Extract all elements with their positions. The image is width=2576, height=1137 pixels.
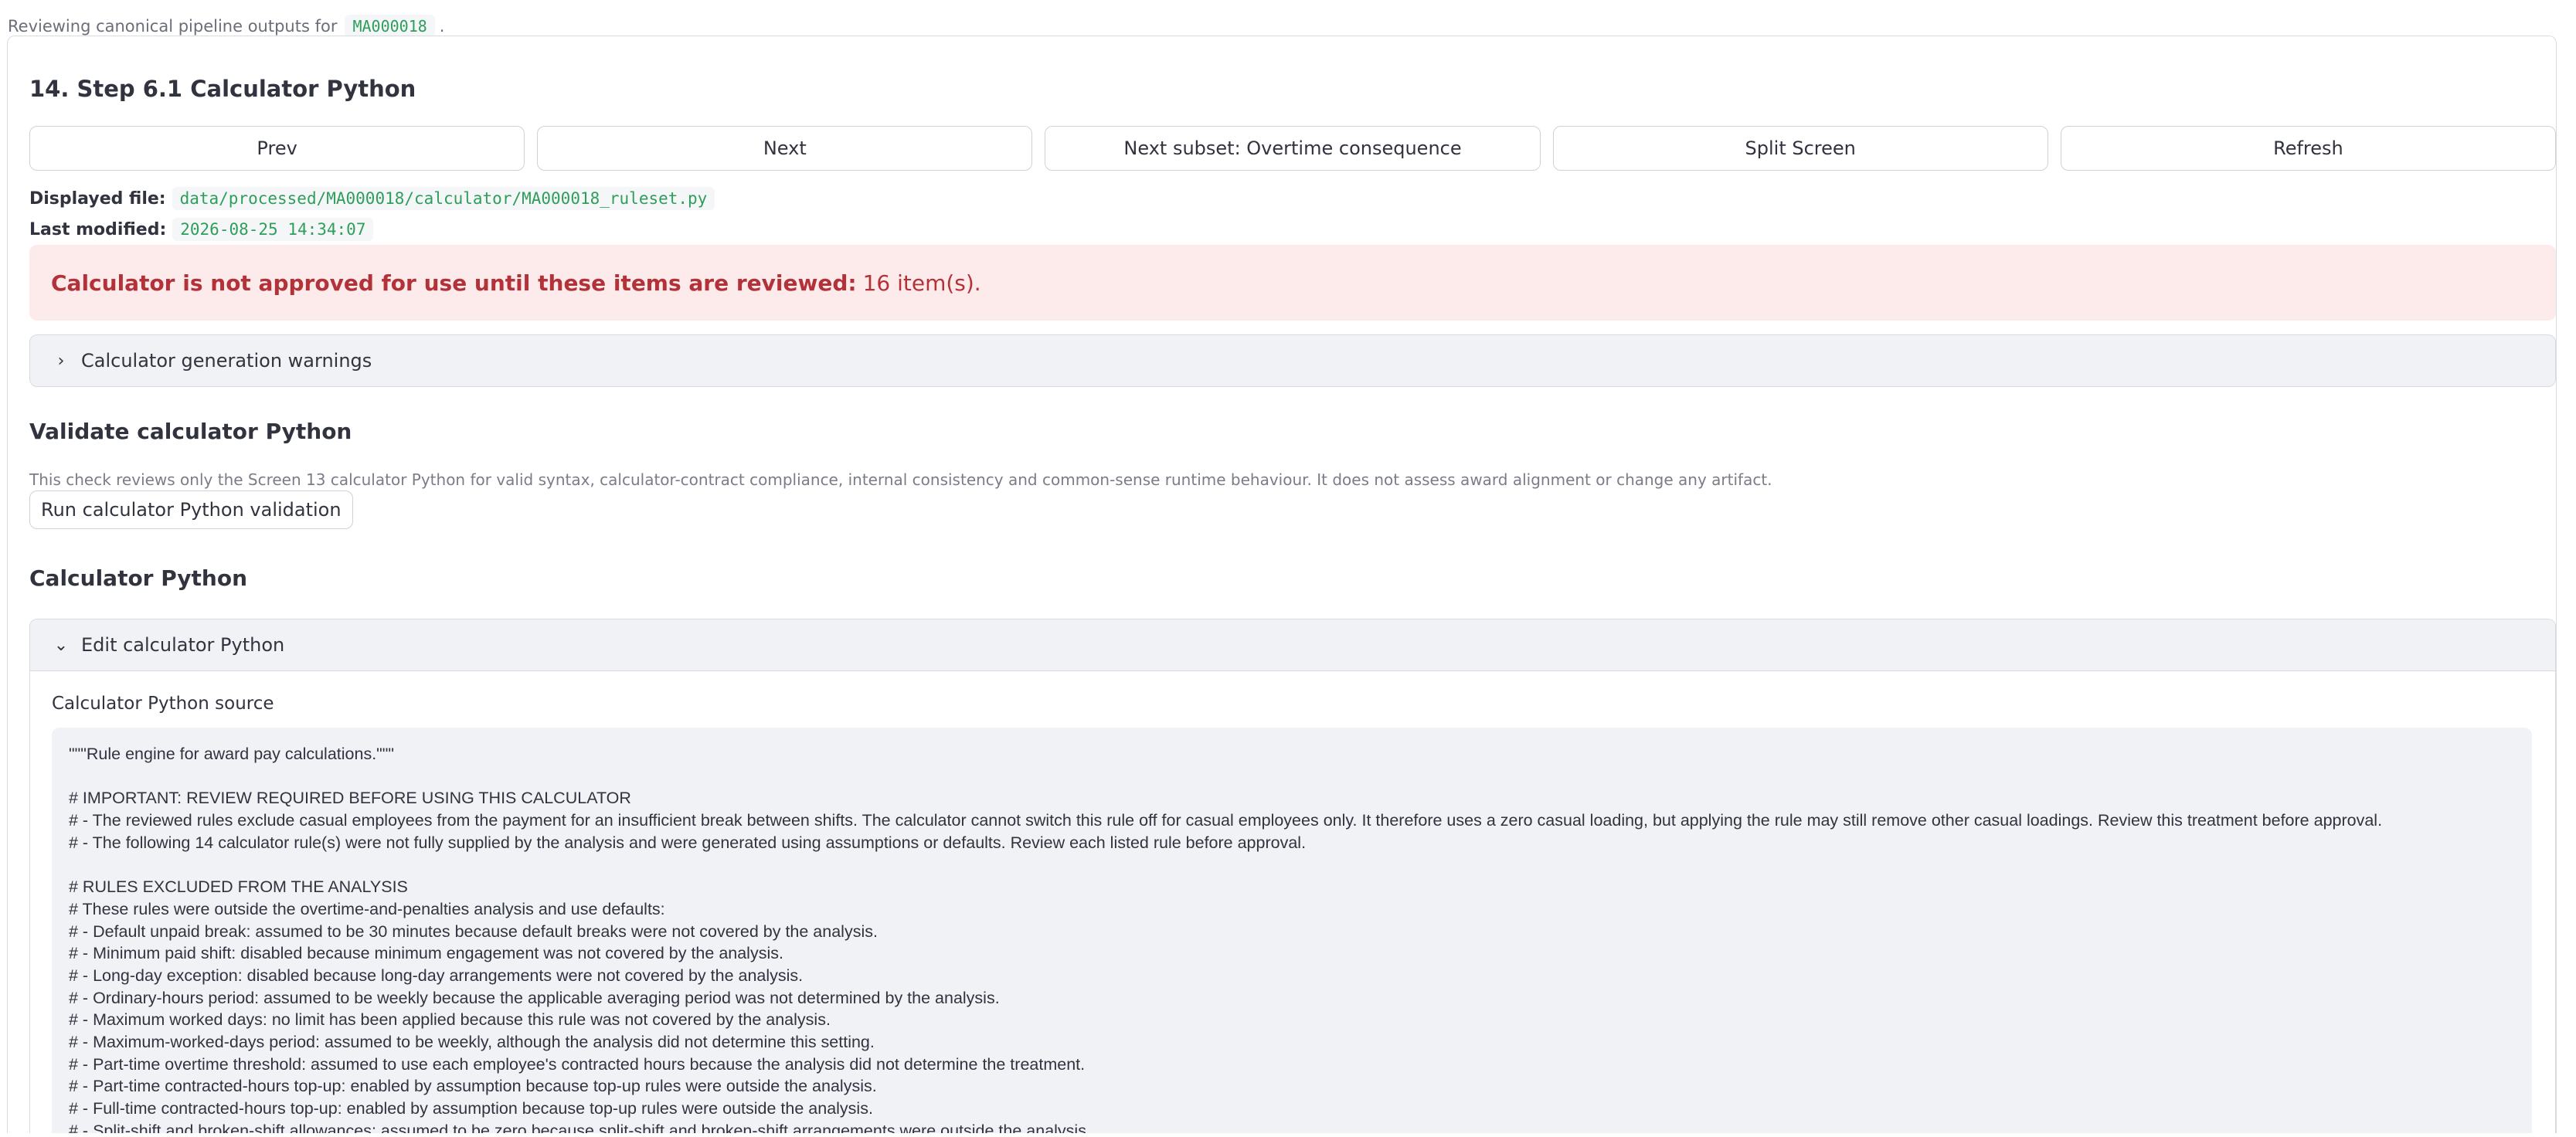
validate-caption: This check reviews only the Screen 13 ca… [29,470,1772,489]
generation-warnings-label: Calculator generation warnings [81,350,372,372]
code-line: # These rules were outside the overtime-… [69,899,665,918]
code-line: # - Part-time contracted-hours top-up: e… [69,1077,877,1096]
step-title: 14. Step 6.1 Calculator Python [29,76,416,102]
main-panel: 14. Step 6.1 Calculator Python Prev Next… [7,36,2557,1133]
code-line: """Rule engine for award pay calculation… [69,745,395,763]
calculator-source-label: Calculator Python source [52,694,274,714]
alert-message: Calculator is not approved for use until… [51,270,857,296]
refresh-button[interactable]: Refresh [2060,126,2556,171]
code-line: # - The following 14 calculator rule(s) … [69,833,1307,852]
alert-count: 16 item(s). [862,270,981,296]
code-line: # - Ordinary-hours period: assumed to be… [69,988,1000,1007]
generation-warnings-expander[interactable]: › Calculator generation warnings [29,334,2556,387]
displayed-file-label: Displayed file: [29,189,166,209]
code-line: # RULES EXCLUDED FROM THE ANALYSIS [69,877,408,897]
next-button[interactable]: Next [537,126,1033,171]
navigation-buttons: Prev Next Next subset: Overtime conseque… [29,126,2556,171]
code-line: # - Maximum-worked-days period: assumed … [69,1032,875,1051]
calculator-section-title: Calculator Python [29,565,248,591]
code-line: # - Full-time contracted-hours top-up: e… [69,1099,873,1118]
edit-calculator-header[interactable]: ⌄ Edit calculator Python [30,619,2555,671]
calculator-source-editor[interactable]: """Rule engine for award pay calculation… [52,728,2532,1133]
prev-button[interactable]: Prev [29,126,525,171]
code-line: # - Default unpaid break: assumed to be … [69,921,878,941]
code-line: # - The reviewed rules exclude casual em… [69,811,2383,830]
edit-calculator-label: Edit calculator Python [81,634,285,656]
review-context-text: Reviewing canonical pipeline outputs for [8,17,338,36]
last-modified-label: Last modified: [29,220,167,239]
chevron-down-icon: ⌄ [53,635,69,655]
edit-calculator-expander: ⌄ Edit calculator Python Calculator Pyth… [29,619,2556,1133]
split-screen-button[interactable]: Split Screen [1552,126,2048,171]
displayed-file-path: data/processed/MA000018/calculator/MA000… [172,187,715,210]
validate-section-title: Validate calculator Python [29,419,352,444]
code-line: # - Minimum paid shift: disabled because… [69,944,783,963]
run-validation-button[interactable]: Run calculator Python validation [29,490,353,529]
code-line: # - Part-time overtime threshold: assume… [69,1054,1086,1074]
generation-warnings-header[interactable]: › Calculator generation warnings [30,335,2555,386]
code-line: # - Long-day exception: disabled because… [69,966,804,985]
code-line: # - Split-shift and broken-shift allowan… [69,1121,1091,1133]
approval-alert: Calculator is not approved for use until… [29,245,2556,321]
code-line: # - Maximum worked days: no limit has be… [69,1010,831,1030]
last-modified: Last modified: 2026-08-25 14:34:07 [29,216,374,244]
next-subset-button[interactable]: Next subset: Overtime consequence [1045,126,1541,171]
displayed-file: Displayed file: data/processed/MA000018/c… [29,185,715,213]
review-context-suffix: . [439,17,445,36]
last-modified-value: 2026-08-25 14:34:07 [172,218,374,241]
chevron-right-icon: › [57,351,65,371]
award-code: MA000018 [345,15,435,38]
code-line: # IMPORTANT: REVIEW REQUIRED BEFORE USIN… [69,789,631,808]
